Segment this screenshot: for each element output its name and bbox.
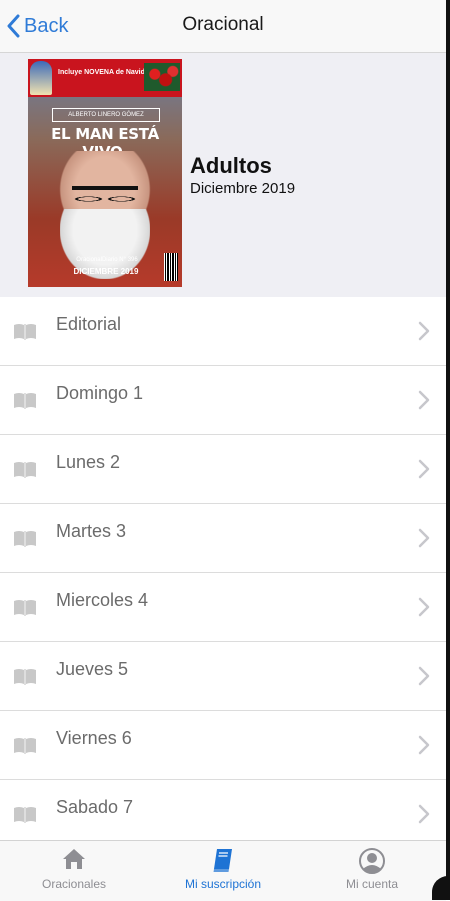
issue-cover-image[interactable]: Incluye NOVENA de Navidad ALBERTO LINERO… (28, 59, 182, 287)
list-item-label: Lunes 2 (56, 452, 121, 472)
device-edge (446, 0, 450, 900)
chevron-right-icon (418, 459, 430, 479)
list-item-label: Domingo 1 (56, 383, 144, 403)
list-item[interactable]: Editorial (0, 297, 446, 366)
open-book-icon (14, 807, 36, 823)
tab-bar: Oracionales Mi suscripción Mi cuenta (0, 840, 446, 901)
list-item[interactable]: Jueves 5 (0, 642, 446, 711)
chevron-right-icon (418, 804, 430, 824)
open-book-icon (14, 531, 36, 547)
chevron-right-icon (418, 321, 430, 341)
chevron-right-icon (418, 597, 430, 617)
tab-oracionales[interactable]: Oracionales (0, 841, 148, 901)
cover-issue-number: OracionalDiario N° 396 (76, 257, 138, 263)
tab-label: Mi cuenta (345, 877, 399, 891)
open-book-icon (14, 738, 36, 754)
tab-mi-cuenta[interactable]: Mi cuenta (298, 841, 446, 901)
list-item[interactable]: Viernes 6 (0, 711, 446, 780)
list-item[interactable]: Martes 3 (0, 504, 446, 573)
list-item-label: Viernes 6 (56, 728, 132, 748)
list-item-label: Jueves 5 (56, 659, 129, 679)
open-book-icon (14, 462, 36, 478)
section-list: Editorial Domingo 1 Lunes 2 Martes 3 Mie… (0, 297, 446, 849)
user-icon (359, 848, 385, 874)
chevron-right-icon (418, 735, 430, 755)
tab-mi-suscripcion[interactable]: Mi suscripción (149, 841, 297, 901)
issue-date: Diciembre 2019 (190, 180, 296, 197)
tab-label: Mi suscripción (184, 877, 262, 891)
list-item[interactable]: Sabado 7 (0, 780, 446, 849)
cover-author: ALBERTO LINERO GÓMEZ (52, 108, 160, 122)
list-item-label: Editorial (56, 314, 122, 334)
list-item-label: Miercoles 4 (56, 590, 149, 610)
chevron-right-icon (418, 528, 430, 548)
list-item[interactable]: Domingo 1 (0, 366, 446, 435)
open-book-icon (14, 669, 36, 685)
open-book-icon (14, 324, 36, 340)
list-item[interactable]: Lunes 2 (0, 435, 446, 504)
navigation-bar: Back Oracional (0, 0, 446, 53)
open-book-icon (14, 393, 36, 409)
tab-label: Oracionales (41, 877, 107, 891)
list-item-label: Martes 3 (56, 521, 127, 541)
issue-header: Incluye NOVENA de Navidad ALBERTO LINERO… (0, 53, 446, 297)
barcode (164, 253, 178, 281)
list-item[interactable]: Miercoles 4 (0, 573, 446, 642)
cover-issue-date: DICIEMBRE 2019 (73, 267, 139, 276)
book-icon (213, 849, 232, 872)
home-icon (63, 849, 85, 869)
open-book-icon (14, 600, 36, 616)
chevron-right-icon (418, 666, 430, 686)
issue-name: Adultos (190, 153, 272, 178)
page-title: Oracional (182, 14, 264, 35)
chevron-right-icon (418, 390, 430, 410)
list-item-label: Sabado 7 (56, 797, 134, 817)
cover-band-text: Incluye NOVENA de Navidad (58, 69, 154, 76)
